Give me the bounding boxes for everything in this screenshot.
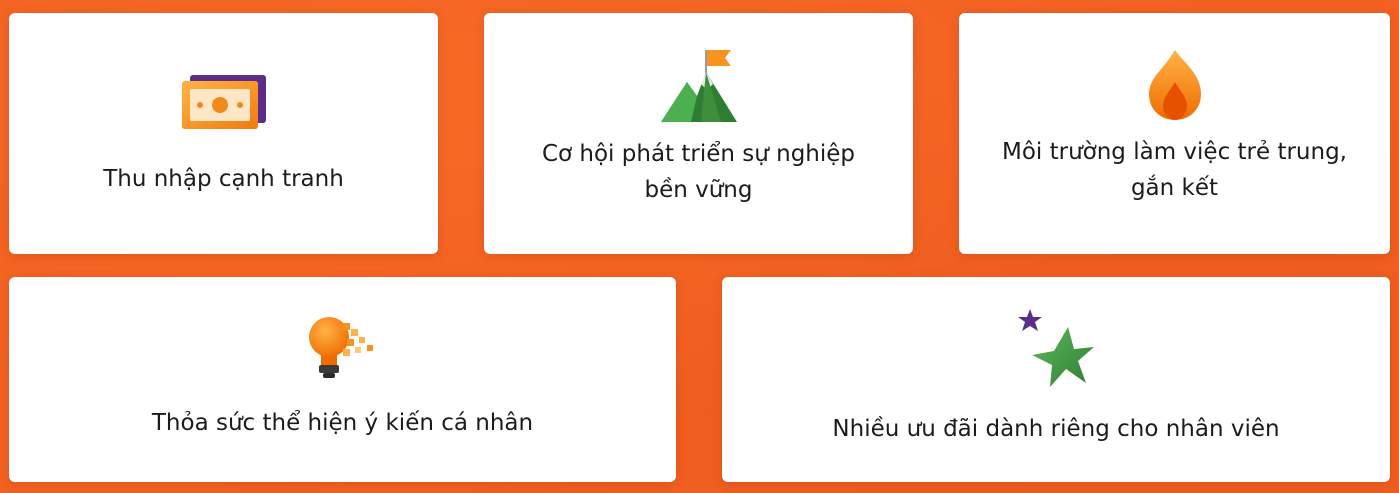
benefit-card-perks: Nhiều ưu đãi dành riêng cho nhân viên [722, 277, 1390, 482]
benefit-label: Môi trường làm việc trẻ trung, gắn kết [1001, 139, 1347, 201]
stars-icon [1018, 309, 1094, 387]
flame-icon [1148, 50, 1201, 120]
benefit-label: Cơ hội phát triển sự nghiệp bền vững [541, 141, 856, 203]
mountain-flag-icon [660, 50, 737, 122]
benefit-card-environment: Môi trường làm việc trẻ trung, gắn kết [959, 13, 1390, 254]
benefit-card-career: Cơ hội phát triển sự nghiệp bền vững [484, 13, 913, 254]
lightbulb-icon [308, 317, 373, 378]
benefit-label: Thu nhập cạnh tranh [103, 166, 344, 192]
benefit-label: Thỏa sức thể hiện ý kiến cá nhân [151, 410, 534, 436]
benefit-card-income: Thu nhập cạnh tranh [9, 13, 438, 254]
benefit-card-ideas: Thỏa sức thể hiện ý kiến cá nhân [9, 277, 676, 482]
money-icon [181, 75, 266, 129]
benefit-label: Nhiều ưu đãi dành riêng cho nhân viên [832, 416, 1280, 442]
